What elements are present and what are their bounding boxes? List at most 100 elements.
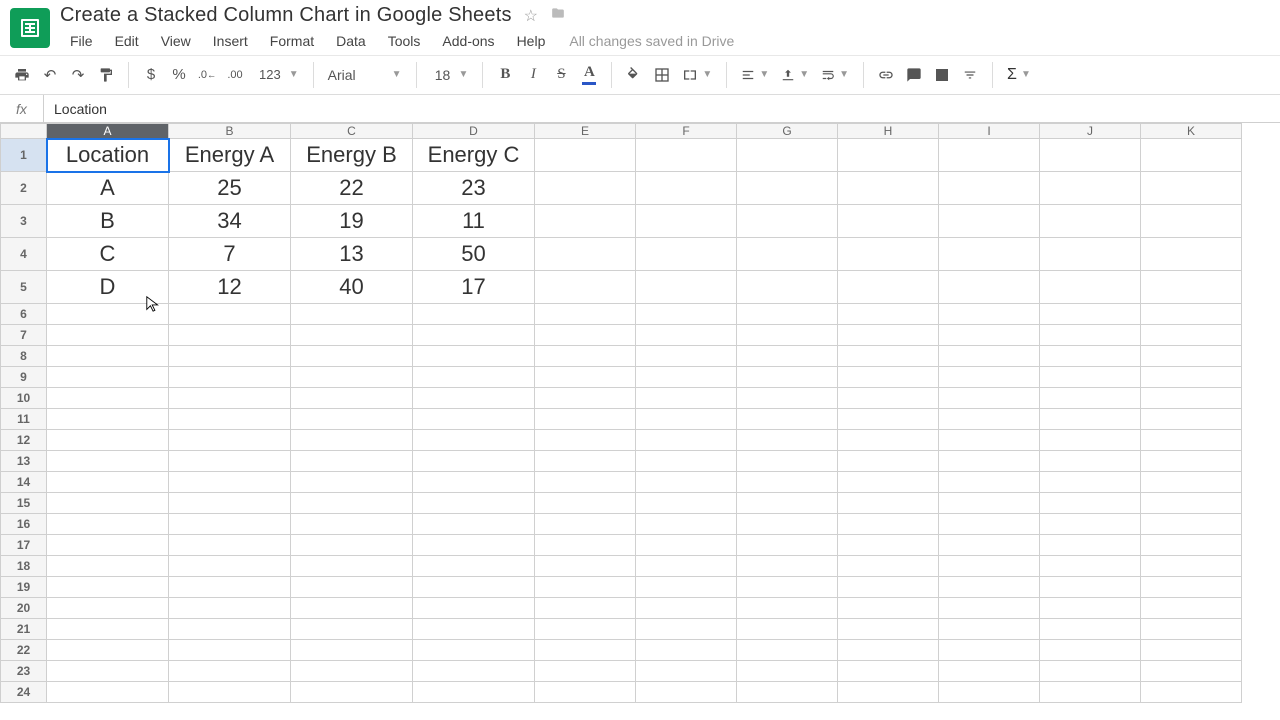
cell-F5[interactable] bbox=[636, 271, 737, 304]
cell-D15[interactable] bbox=[413, 493, 535, 514]
row-header-10[interactable]: 10 bbox=[1, 388, 47, 409]
cell-B12[interactable] bbox=[169, 430, 291, 451]
cell-J11[interactable] bbox=[1040, 409, 1141, 430]
filter-icon[interactable] bbox=[956, 61, 984, 89]
menu-help[interactable]: Help bbox=[507, 31, 556, 51]
cell-E18[interactable] bbox=[535, 556, 636, 577]
cell-C22[interactable] bbox=[291, 640, 413, 661]
row-header-24[interactable]: 24 bbox=[1, 682, 47, 703]
cell-C2[interactable]: 22 bbox=[291, 172, 413, 205]
cell-J18[interactable] bbox=[1040, 556, 1141, 577]
cell-C10[interactable] bbox=[291, 388, 413, 409]
row-header-23[interactable]: 23 bbox=[1, 661, 47, 682]
cell-J19[interactable] bbox=[1040, 577, 1141, 598]
cell-F15[interactable] bbox=[636, 493, 737, 514]
cell-B8[interactable] bbox=[169, 346, 291, 367]
cell-A7[interactable] bbox=[47, 325, 169, 346]
move-folder-icon[interactable] bbox=[550, 6, 566, 25]
cell-K23[interactable] bbox=[1141, 661, 1242, 682]
cell-J12[interactable] bbox=[1040, 430, 1141, 451]
cell-K16[interactable] bbox=[1141, 514, 1242, 535]
row-header-5[interactable]: 5 bbox=[1, 271, 47, 304]
cell-G4[interactable] bbox=[737, 238, 838, 271]
row-header-14[interactable]: 14 bbox=[1, 472, 47, 493]
font-size-dropdown[interactable]: 18▼ bbox=[425, 61, 475, 89]
print-icon[interactable] bbox=[8, 61, 36, 89]
cell-H21[interactable] bbox=[838, 619, 939, 640]
cell-B13[interactable] bbox=[169, 451, 291, 472]
cell-D5[interactable]: 17 bbox=[413, 271, 535, 304]
spreadsheet-grid[interactable]: ABCDEFGHIJK1LocationEnergy AEnergy BEner… bbox=[0, 123, 1280, 703]
cell-H7[interactable] bbox=[838, 325, 939, 346]
cell-K1[interactable] bbox=[1141, 139, 1242, 172]
menu-insert[interactable]: Insert bbox=[203, 31, 258, 51]
cell-G1[interactable] bbox=[737, 139, 838, 172]
cell-D9[interactable] bbox=[413, 367, 535, 388]
cell-D23[interactable] bbox=[413, 661, 535, 682]
row-header-1[interactable]: 1 bbox=[1, 139, 47, 172]
bold-icon[interactable]: B bbox=[491, 61, 519, 89]
cell-F4[interactable] bbox=[636, 238, 737, 271]
cell-C13[interactable] bbox=[291, 451, 413, 472]
menu-view[interactable]: View bbox=[151, 31, 201, 51]
cell-E1[interactable] bbox=[535, 139, 636, 172]
cell-E22[interactable] bbox=[535, 640, 636, 661]
cell-I15[interactable] bbox=[939, 493, 1040, 514]
cell-D19[interactable] bbox=[413, 577, 535, 598]
font-family-dropdown[interactable]: Arial▼ bbox=[322, 61, 408, 89]
cell-B21[interactable] bbox=[169, 619, 291, 640]
menu-edit[interactable]: Edit bbox=[105, 31, 149, 51]
cell-H5[interactable] bbox=[838, 271, 939, 304]
cell-B19[interactable] bbox=[169, 577, 291, 598]
cell-I24[interactable] bbox=[939, 682, 1040, 703]
cell-G17[interactable] bbox=[737, 535, 838, 556]
cell-C14[interactable] bbox=[291, 472, 413, 493]
cell-A20[interactable] bbox=[47, 598, 169, 619]
cell-J24[interactable] bbox=[1040, 682, 1141, 703]
cell-D13[interactable] bbox=[413, 451, 535, 472]
column-header-K[interactable]: K bbox=[1141, 124, 1242, 139]
cell-J17[interactable] bbox=[1040, 535, 1141, 556]
column-header-H[interactable]: H bbox=[838, 124, 939, 139]
cell-D2[interactable]: 23 bbox=[413, 172, 535, 205]
cell-H23[interactable] bbox=[838, 661, 939, 682]
cell-A12[interactable] bbox=[47, 430, 169, 451]
row-header-12[interactable]: 12 bbox=[1, 430, 47, 451]
row-header-4[interactable]: 4 bbox=[1, 238, 47, 271]
decrease-decimal-icon[interactable]: .0← bbox=[193, 61, 221, 89]
cell-H14[interactable] bbox=[838, 472, 939, 493]
cell-J8[interactable] bbox=[1040, 346, 1141, 367]
cell-D3[interactable]: 11 bbox=[413, 205, 535, 238]
cell-C24[interactable] bbox=[291, 682, 413, 703]
cell-D24[interactable] bbox=[413, 682, 535, 703]
cell-H10[interactable] bbox=[838, 388, 939, 409]
text-wrap-dropdown[interactable]: ▼ bbox=[815, 61, 855, 89]
cell-G2[interactable] bbox=[737, 172, 838, 205]
cell-A13[interactable] bbox=[47, 451, 169, 472]
cell-C16[interactable] bbox=[291, 514, 413, 535]
cell-A2[interactable]: A bbox=[47, 172, 169, 205]
cell-B14[interactable] bbox=[169, 472, 291, 493]
cell-D18[interactable] bbox=[413, 556, 535, 577]
cell-E12[interactable] bbox=[535, 430, 636, 451]
cell-E9[interactable] bbox=[535, 367, 636, 388]
cell-K10[interactable] bbox=[1141, 388, 1242, 409]
cell-E17[interactable] bbox=[535, 535, 636, 556]
cell-K5[interactable] bbox=[1141, 271, 1242, 304]
cell-J22[interactable] bbox=[1040, 640, 1141, 661]
cell-C3[interactable]: 19 bbox=[291, 205, 413, 238]
cell-K18[interactable] bbox=[1141, 556, 1242, 577]
cell-J2[interactable] bbox=[1040, 172, 1141, 205]
cell-E7[interactable] bbox=[535, 325, 636, 346]
cell-D17[interactable] bbox=[413, 535, 535, 556]
cell-F3[interactable] bbox=[636, 205, 737, 238]
cell-H16[interactable] bbox=[838, 514, 939, 535]
currency-icon[interactable]: $ bbox=[137, 61, 165, 89]
cell-I20[interactable] bbox=[939, 598, 1040, 619]
cell-I10[interactable] bbox=[939, 388, 1040, 409]
cell-I12[interactable] bbox=[939, 430, 1040, 451]
cell-B7[interactable] bbox=[169, 325, 291, 346]
cell-D6[interactable] bbox=[413, 304, 535, 325]
cell-E4[interactable] bbox=[535, 238, 636, 271]
cell-G14[interactable] bbox=[737, 472, 838, 493]
